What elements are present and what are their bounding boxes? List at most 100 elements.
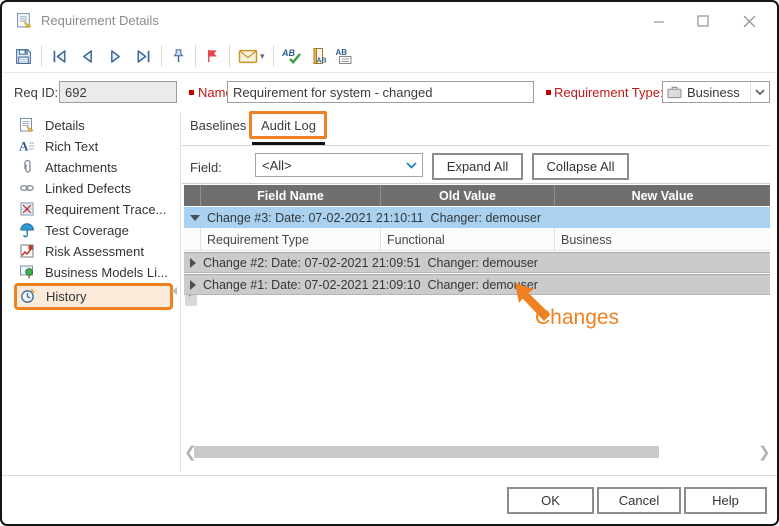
expand-triangle-icon[interactable] [190, 280, 196, 290]
umbrella-icon [19, 222, 36, 239]
chevron-down-icon[interactable] [400, 154, 422, 176]
change-group-row-2[interactable]: Change #2: Date: 07-02-2021 21:09:51 Cha… [184, 252, 770, 273]
sidebar-item-label: Business Models Li... [45, 265, 168, 280]
close-button[interactable] [736, 10, 762, 32]
toolbar-separator [161, 45, 162, 67]
minimize-button[interactable] [646, 10, 672, 32]
column-header-old-value[interactable]: Old Value [380, 185, 554, 206]
spell-check-button[interactable]: AB [280, 44, 304, 68]
toolbar-separator [195, 45, 196, 67]
chevron-down-icon[interactable] [750, 82, 769, 102]
sidebar-item-history[interactable]: History [14, 283, 173, 310]
change-group-row-1[interactable]: Change #1: Date: 07-02-2021 21:09:10 Cha… [184, 274, 770, 295]
previous-record-icon [78, 47, 97, 66]
detail-field-name: Requirement Type [200, 228, 380, 251]
field-filter-select[interactable]: <All> [255, 153, 423, 177]
sidebar-item-label: Risk Assessment [45, 244, 144, 259]
svg-text:A: A [19, 139, 29, 154]
pin-button[interactable] [168, 44, 189, 68]
next-record-button[interactable] [104, 44, 127, 68]
sidebar-item-business-models[interactable]: Business Models Li... [16, 262, 176, 283]
scroll-right-icon[interactable]: ❯ [758, 443, 771, 461]
sidebar-item-label: History [46, 289, 86, 304]
sidebar-divider [180, 112, 181, 472]
sidebar-item-linked-defects[interactable]: Linked Defects [16, 178, 176, 199]
sidebar-item-label: Rich Text [45, 139, 98, 154]
sidebar-item-label: Test Coverage [45, 223, 129, 238]
thesaurus-icon: AB [310, 47, 327, 65]
toolbar-separator [273, 45, 274, 67]
column-header-field-name[interactable]: Field Name [200, 185, 380, 206]
maximize-button[interactable] [690, 10, 716, 32]
detail-old-value: Functional [380, 228, 554, 251]
collapse-triangle-icon[interactable] [190, 215, 200, 221]
requirement-details-dialog: Requirement Details ▾ AB AB AB Req ID: 6… [0, 0, 779, 526]
dialog-icon [16, 12, 33, 34]
spelling-options-icon: AB [335, 47, 354, 65]
check-spelling-icon: AB [282, 47, 302, 65]
spelling-options-button[interactable]: AB [333, 44, 356, 68]
name-value: Requirement for system - changed [233, 85, 432, 100]
last-record-icon [134, 47, 153, 66]
field-filter-label: Field: [190, 160, 222, 175]
change-detail-row[interactable]: Requirement Type Functional Business [184, 228, 770, 251]
collapse-all-button[interactable]: Collapse All [532, 153, 629, 180]
sidebar-item-attachments[interactable]: Attachments [16, 157, 176, 178]
email-button[interactable]: ▾ [236, 44, 267, 68]
sidebar-item-label: Requirement Trace... [45, 202, 166, 217]
save-button[interactable] [12, 44, 35, 68]
briefcase-icon [667, 85, 682, 99]
first-record-button[interactable] [48, 44, 71, 68]
toolbar-separator [41, 45, 42, 67]
email-dropdown-caret[interactable]: ▾ [260, 51, 265, 62]
requirement-type-value: Business [687, 85, 740, 100]
splitter-collapse-icon[interactable] [172, 287, 177, 295]
traceability-icon [19, 201, 36, 218]
business-model-icon [19, 264, 36, 281]
filter-divider [182, 183, 770, 184]
required-marker [546, 90, 551, 95]
follow-up-flag-icon [204, 47, 221, 65]
ok-button[interactable]: OK [507, 487, 594, 514]
paperclip-icon [19, 159, 36, 176]
cancel-button[interactable]: Cancel [597, 487, 681, 514]
footer-divider [2, 475, 779, 476]
sidebar-item-test-coverage[interactable]: Test Coverage [16, 220, 176, 241]
last-record-button[interactable] [132, 44, 155, 68]
req-id-field: 692 [59, 81, 177, 103]
sidebar-item-risk-assessment[interactable]: Risk Assessment [16, 241, 176, 262]
sidebar-item-requirement-traceability[interactable]: Requirement Trace... [16, 199, 176, 220]
requirement-type-combo[interactable]: Business [662, 81, 770, 103]
requirement-type-label: Requirement Type: [554, 85, 664, 100]
toolbar-divider [2, 72, 779, 73]
svg-text:AB: AB [335, 48, 347, 57]
annotation-changes-label: Changes [535, 306, 619, 330]
flag-button[interactable] [202, 44, 223, 68]
expand-all-button[interactable]: Expand All [432, 153, 523, 180]
svg-text:AB: AB [282, 48, 295, 58]
sidebar-item-label: Linked Defects [45, 181, 131, 196]
sidebar-item-rich-text[interactable]: A Rich Text [16, 136, 176, 157]
sidebar-item-details[interactable]: Details [16, 115, 176, 136]
tab-divider [182, 145, 770, 146]
previous-record-button[interactable] [76, 44, 99, 68]
change-group-row-3[interactable]: Change #3: Date: 07-02-2021 21:10:11 Cha… [184, 207, 770, 228]
help-button[interactable]: Help [684, 487, 767, 514]
audit-table-header: Field Name Old Value New Value [184, 185, 770, 206]
dialog-title: Requirement Details [41, 13, 159, 28]
pin-icon [170, 47, 187, 65]
email-icon [238, 48, 258, 65]
document-edit-icon [19, 117, 36, 134]
expand-triangle-icon[interactable] [190, 258, 196, 268]
thesaurus-button[interactable]: AB [308, 44, 329, 68]
horizontal-scrollbar-thumb[interactable] [194, 446, 659, 458]
sidebar-item-label: Details [45, 118, 85, 133]
field-filter-value: <All> [262, 158, 292, 173]
tab-baselines[interactable]: Baselines [190, 118, 246, 133]
name-field[interactable]: Requirement for system - changed [227, 81, 534, 103]
req-id-label: Req ID: [14, 85, 58, 100]
toolbar: ▾ AB AB AB [12, 42, 356, 70]
column-header-new-value[interactable]: New Value [554, 185, 770, 206]
risk-chart-icon [19, 243, 36, 260]
svg-text:AB: AB [316, 58, 326, 65]
